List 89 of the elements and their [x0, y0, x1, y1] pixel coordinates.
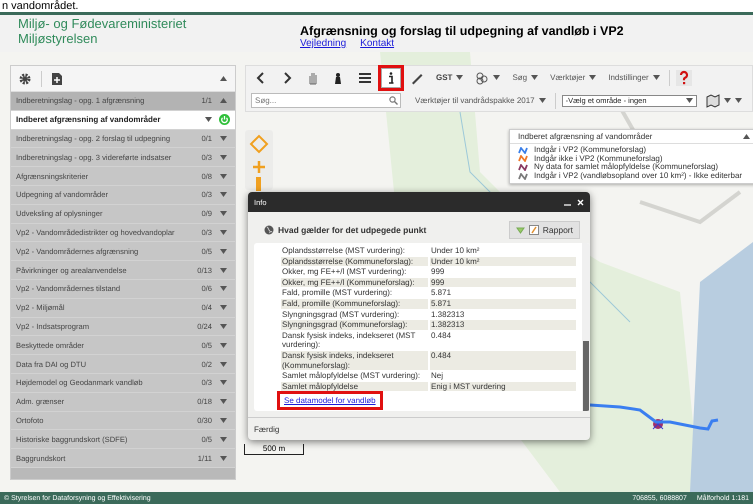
menu-button[interactable]: Værktøjer — [547, 73, 600, 82]
caret-icon — [220, 248, 226, 254]
caret-icon — [686, 98, 693, 103]
layers-icon — [475, 70, 490, 84]
location-marker-icon — [652, 418, 664, 430]
field-value: Nej — [430, 371, 444, 381]
field-value: 5.871 — [430, 298, 576, 309]
caret-icon — [220, 268, 226, 273]
caret-icon — [743, 134, 750, 139]
caret-icon — [220, 380, 226, 386]
field-label: Dansk fysisk indeks, indekseret (Kommuneforslag): — [281, 350, 428, 370]
legend-title: Indberet afgrænsning af vandområder — [518, 132, 652, 141]
dialog-status-text: Færdig — [254, 424, 280, 434]
field-label: Fald, promille (Kommuneforslag): — [281, 298, 428, 309]
field-value: 1.382313 — [430, 320, 576, 330]
field-value: 0.484 — [430, 330, 452, 342]
caret-icon — [220, 418, 226, 423]
caret-icon — [220, 342, 226, 348]
field-value: Under 10 km² — [430, 246, 480, 256]
caret-icon — [220, 230, 226, 235]
header-link[interactable]: Kontakt — [360, 38, 394, 49]
datamodel-link[interactable]: Se datamodel for vandløb — [280, 394, 380, 408]
caret-icon — [589, 75, 596, 80]
field-label: Fald, promille (MST vurdering): — [281, 288, 394, 298]
gear-icon[interactable] — [19, 72, 31, 84]
caret-icon — [220, 286, 226, 292]
field-value: 0.484 — [430, 350, 576, 370]
field-label: Okker, mg FE++/l (MST vurdering): — [281, 267, 408, 277]
caret-icon — [456, 75, 464, 80]
field-label: Oplandsstørrelse (Kommuneforslag): — [281, 256, 428, 266]
package-menu-button[interactable]: Værktøjer til vandrådspakke 2017 — [412, 96, 549, 105]
caret-icon — [220, 436, 226, 442]
caption-text: n vandområdet. — [1, 0, 80, 12]
field-value: 999 — [430, 278, 576, 288]
caret-icon — [220, 211, 226, 216]
caret-icon — [652, 75, 660, 80]
caret-icon — [220, 136, 226, 141]
field-label: Samlet målopfyldelse (MST vurdering): — [281, 371, 422, 381]
caret-icon — [531, 75, 538, 80]
header-link[interactable]: Vejledning — [300, 38, 346, 49]
field-value: 999 — [430, 267, 446, 277]
caret-icon — [220, 305, 226, 310]
field-label: Slyngningsgrad (Kommuneforslag): — [281, 320, 428, 330]
caret-icon — [220, 154, 226, 160]
caret-icon — [220, 174, 226, 179]
scrollbar-thumb[interactable] — [583, 341, 589, 411]
report-button[interactable]: Rapport — [508, 221, 580, 239]
ministry-name: Miljø- og Fødevareministeriet — [18, 16, 188, 31]
scale-bar: 500 m — [244, 444, 304, 455]
layer-label: Indberet afgrænsning af vandområder — [16, 115, 162, 124]
layer-row[interactable]: Indberet afgrænsning af vandområder — [11, 110, 235, 130]
caret-icon — [220, 76, 227, 81]
zoom-slider-icon[interactable] — [256, 177, 261, 191]
close-icon[interactable] — [577, 198, 584, 206]
page-title: Afgrænsning og forslag til udpegning af vandløb i VP2 — [300, 24, 624, 38]
field-value: 5.871 — [430, 288, 452, 298]
caret-icon — [220, 399, 226, 404]
legend-label: Ny data for samlet målopfyldelse (Kommuneforslag) — [534, 163, 718, 172]
field-label: Dansk fysisk indeks, indekseret (MST vurdering): — [281, 330, 416, 350]
power-toggle-icon[interactable] — [219, 114, 230, 126]
field-label: Slyngningsgrad (MST vurdering): — [281, 310, 400, 320]
legend-label: Indgår ikke i VP2 (Kommuneforslag) — [534, 154, 662, 163]
agency-name: Miljøstyrelsen — [18, 31, 98, 46]
caret-icon — [220, 192, 226, 198]
add-document-icon[interactable] — [52, 72, 62, 84]
caret-icon — [220, 324, 226, 329]
field-value: Under 10 km² — [430, 256, 576, 266]
caret-icon — [220, 456, 226, 461]
caret-icon — [220, 98, 226, 104]
dialog-heading: Hvad gælder for det udpegede punkt — [278, 225, 426, 235]
caret-icon — [493, 75, 500, 80]
help-icon[interactable] — [676, 70, 692, 86]
legend-label: Indgår i VP2 (vandløbsopland over 10 km²) - Ikke editerbar — [534, 172, 742, 180]
field-label: Samlet målopfyldelse — [281, 382, 428, 392]
search-field[interactable]: Søg... — [251, 93, 401, 108]
field-label: Okker, mg FE++/l (Kommuneforslag): — [281, 278, 428, 288]
caret-icon — [220, 362, 226, 367]
edit-note-icon — [528, 225, 539, 235]
field-value: Enig i MST vurdering — [430, 382, 576, 392]
menu-button[interactable]: GST — [433, 73, 466, 82]
globe-icon — [264, 225, 274, 235]
field-label: Oplandsstørrelse (MST vurdering): — [281, 246, 406, 256]
menu-button[interactable]: Indstillinger — [605, 73, 663, 82]
legend-label: Indgår i VP2 (Kommuneforslag) — [534, 146, 646, 154]
caret-icon — [204, 117, 212, 122]
map-icon — [706, 94, 720, 108]
caret-icon — [538, 98, 546, 103]
field-value: 1.382313 — [430, 310, 466, 320]
menu-button[interactable]: Søg — [509, 73, 542, 82]
